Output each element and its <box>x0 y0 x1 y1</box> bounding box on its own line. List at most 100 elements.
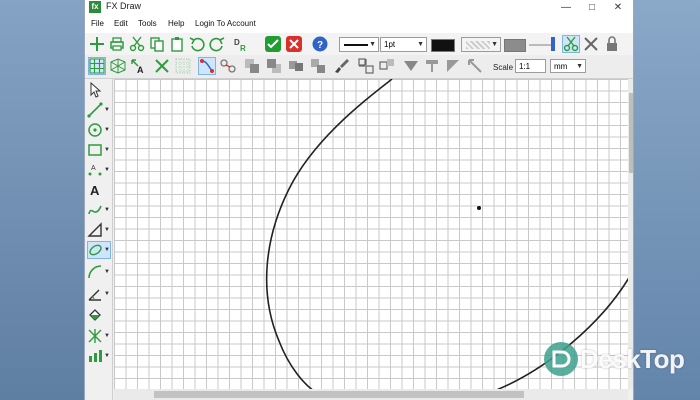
snap-scissors-icon <box>563 36 579 52</box>
clipboard-icon <box>171 37 183 52</box>
skew-icon <box>468 59 482 73</box>
text-tool-button[interactable]: A <box>87 181 111 199</box>
menu-bar: File Edit Tools Help Login To Account <box>85 15 633 33</box>
fill-pattern-select[interactable]: ▼ <box>461 37 501 52</box>
line-tool-button[interactable]: ▼ <box>87 101 111 119</box>
horizontal-scroll-thumb[interactable] <box>154 391 524 398</box>
menu-tools[interactable]: Tools <box>138 19 157 28</box>
distribute-button[interactable] <box>378 57 396 75</box>
maximize-button[interactable]: □ <box>579 0 605 15</box>
flip-down-icon <box>426 60 438 72</box>
link-nodes-icon <box>220 59 236 73</box>
menu-edit[interactable]: Edit <box>114 19 128 28</box>
align-button[interactable] <box>357 57 375 75</box>
snap-toggle-button[interactable] <box>562 35 580 53</box>
menu-login-to-account[interactable]: Login To Account <box>195 19 256 28</box>
close-button[interactable]: ✕ <box>605 0 631 15</box>
scale-input[interactable]: 1:1 <box>515 59 546 73</box>
cross-tool-button[interactable] <box>582 35 600 53</box>
chevron-down-icon: ▼ <box>104 227 110 233</box>
fill-color-swatch[interactable] <box>504 39 526 52</box>
triangle-tool-button[interactable]: ▼ <box>87 221 111 239</box>
line-width-select[interactable]: 1pt ▼ <box>380 37 427 52</box>
draw-redraw-button[interactable]: DR <box>232 35 250 53</box>
secondary-toolbar: A Scale 1:1 mm ▼ <box>85 55 633 79</box>
rotate-button[interactable] <box>444 57 462 75</box>
new-button[interactable] <box>88 35 106 53</box>
unit-select[interactable]: mm ▼ <box>550 59 586 73</box>
redo-button[interactable] <box>208 35 226 53</box>
send-back-button[interactable] <box>265 57 283 75</box>
align-icon <box>358 58 374 74</box>
copy-icon <box>150 37 164 52</box>
transparency-slider-handle[interactable] <box>551 37 555 51</box>
delete-button[interactable] <box>153 57 171 75</box>
measure-angle-button[interactable]: ▼ <box>87 285 111 303</box>
dot-grid-button[interactable] <box>174 57 192 75</box>
chevron-down-icon: ▼ <box>417 41 424 48</box>
line-tool-icon <box>87 102 103 118</box>
chevron-down-icon: ▼ <box>104 291 110 297</box>
menu-help[interactable]: Help <box>168 19 184 28</box>
ellipse-tool-icon <box>89 244 102 256</box>
scissors-icon <box>129 36 145 52</box>
dot-grid-icon <box>175 58 191 74</box>
lock-button[interactable] <box>603 35 621 53</box>
desktop-background-left <box>0 0 84 400</box>
text-cursor-button[interactable]: A <box>129 57 147 75</box>
node-edit-button[interactable] <box>198 57 216 75</box>
reject-button[interactable] <box>285 35 303 53</box>
layers-icon <box>245 59 259 73</box>
svg-text:?: ? <box>317 40 323 51</box>
line-width-value: 1pt <box>384 40 396 49</box>
undo-button[interactable] <box>188 35 206 53</box>
watermark-text: DeskTop <box>580 343 685 374</box>
select-tool-button[interactable] <box>87 81 111 99</box>
pattern-tool-button[interactable]: ▼ <box>87 347 111 365</box>
chevron-down-icon: ▼ <box>104 247 110 253</box>
measure-angle-icon <box>88 289 101 301</box>
print-button[interactable] <box>108 35 126 53</box>
ellipse-curve[interactable] <box>265 79 393 389</box>
flip-horizontal-button[interactable] <box>423 57 441 75</box>
scale-label: Scale <box>493 63 514 72</box>
line-color-swatch[interactable] <box>431 39 455 52</box>
transparency-slider-track[interactable] <box>529 44 551 46</box>
undo-icon <box>189 37 205 52</box>
fill-tool-button[interactable] <box>87 307 111 325</box>
ellipse-tool-button[interactable]: ▼ <box>87 241 111 259</box>
copy-button[interactable] <box>148 35 166 53</box>
lock-icon <box>607 36 617 51</box>
iso-grid-button[interactable] <box>109 57 127 75</box>
help-button[interactable]: ? <box>311 35 329 53</box>
center-point[interactable] <box>477 206 481 210</box>
chevron-down-icon: ▼ <box>369 41 376 48</box>
ungroup-button[interactable] <box>309 57 327 75</box>
flip-vertical-button[interactable] <box>402 57 420 75</box>
curve-tool-button[interactable]: ▼ <box>87 201 111 219</box>
accept-button[interactable] <box>264 35 282 53</box>
svg-text:A: A <box>137 65 144 74</box>
bring-front-button[interactable] <box>243 57 261 75</box>
rectangle-tool-button[interactable]: ▼ <box>87 141 111 159</box>
graph-tool-button[interactable]: ▼ <box>87 327 111 345</box>
vertical-scroll-thumb[interactable] <box>629 93 633 173</box>
minimize-button[interactable]: — <box>553 0 579 15</box>
grid-toggle-button[interactable] <box>88 57 106 75</box>
link-nodes-button[interactable] <box>219 57 237 75</box>
label-tool-button[interactable]: A ▼ <box>87 161 111 179</box>
arc-tool-button[interactable]: ▼ <box>87 263 111 281</box>
line-style-select[interactable]: ▼ <box>339 37 379 52</box>
solid-line-icon <box>344 44 368 46</box>
arc-tool-icon <box>88 265 102 279</box>
circle-point-icon <box>88 123 102 137</box>
cut-button[interactable] <box>128 35 146 53</box>
group-button[interactable] <box>287 57 305 75</box>
horizontal-scrollbar[interactable] <box>114 389 628 400</box>
grid-icon <box>89 58 105 74</box>
format-painter-button[interactable] <box>333 57 351 75</box>
paste-button[interactable] <box>168 35 186 53</box>
circle-tool-button[interactable]: ▼ <box>87 121 111 139</box>
menu-file[interactable]: File <box>91 19 104 28</box>
skew-button[interactable] <box>466 57 484 75</box>
